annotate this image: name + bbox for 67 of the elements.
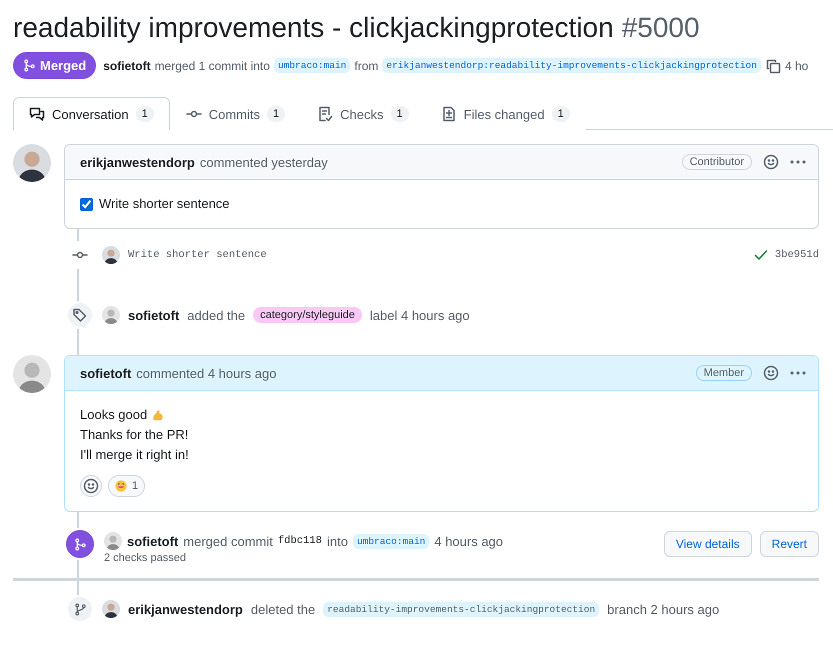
smiley-icon	[763, 365, 779, 381]
from-text: from	[354, 58, 378, 72]
actor-link[interactable]: erikjanwestendorp	[128, 602, 243, 616]
actor-link[interactable]: sofietoft	[127, 534, 178, 548]
conversation-icon	[29, 106, 45, 122]
more-options-icon[interactable]	[790, 371, 806, 375]
tab-label: Conversation	[52, 106, 129, 122]
tab-count: 1	[136, 106, 154, 122]
role-label: Contributor	[682, 154, 752, 170]
copy-icon	[764, 58, 781, 74]
pr-number: #5000	[622, 12, 700, 44]
branch-name[interactable]: erikjanwestendorp:readability-improvements-clickjackingprotection	[382, 58, 761, 73]
comment-text: Looks good	[80, 406, 148, 424]
revert-button[interactable]: Revert	[760, 531, 819, 557]
add-reaction-button[interactable]	[80, 475, 102, 497]
tab-label: Commits	[208, 106, 260, 122]
author-link[interactable]: erikjanwestendorp	[80, 154, 195, 170]
more-options-icon[interactable]	[790, 160, 806, 164]
merge-summary: merged 1 commit into	[154, 58, 270, 72]
event-text: added the	[187, 308, 246, 322]
task-checkbox[interactable]	[80, 198, 93, 210]
merge-time: 4 ho	[784, 58, 808, 72]
comment-time: commented yesterday	[200, 154, 328, 170]
comment-text: Thanks for the PR!	[80, 426, 188, 444]
tab-label: Checks	[340, 106, 384, 122]
reaction-button[interactable]: 1	[108, 475, 146, 497]
tab-count: 1	[390, 106, 409, 122]
commit-message[interactable]: Write shorter sentence	[128, 249, 267, 261]
avatar[interactable]	[102, 246, 120, 264]
tab-count: 1	[552, 106, 570, 122]
event-text: label 4 hours ago	[370, 308, 470, 322]
view-details-button[interactable]: View details	[664, 531, 752, 557]
event-text: into	[326, 534, 348, 548]
branch-name[interactable]: readability-improvements-clickjackingprotection	[323, 602, 600, 616]
comment-text: I'll merge it right in!	[80, 446, 189, 464]
file-diff-icon	[440, 106, 457, 122]
comment-time: commented 4 hours ago	[136, 366, 276, 380]
branch-name[interactable]: umbraco:main	[352, 534, 430, 548]
author-link[interactable]: sofietoft	[80, 366, 132, 380]
avatar[interactable]	[13, 144, 51, 182]
smiley-icon	[763, 154, 779, 170]
pr-title: readability improvements - clickjackingprotection	[13, 12, 614, 44]
avatar[interactable]	[102, 600, 120, 618]
checklist-icon	[317, 106, 334, 122]
merge-icon	[23, 59, 36, 72]
state-badge: Merged	[13, 52, 96, 79]
tag-icon	[72, 307, 88, 323]
commit-sha[interactable]: 3be951d	[774, 249, 819, 261]
smiley-icon	[83, 478, 99, 494]
branch-name[interactable]: umbraco:main	[274, 58, 350, 73]
event-text: deleted the	[250, 602, 316, 616]
branch-icon	[74, 602, 86, 616]
event-time: 4 hours ago	[434, 534, 504, 548]
commit-sha[interactable]: fdbc118	[278, 535, 322, 547]
checks-status[interactable]: 2 checks passed	[104, 552, 504, 564]
merge-icon	[74, 538, 86, 550]
label-tag[interactable]: category/styleguide	[253, 307, 362, 323]
tab[interactable]: Conversation 1	[13, 97, 170, 130]
event-text: branch 2 hours ago	[607, 602, 720, 616]
tab-label: Files changed	[464, 106, 545, 122]
grinning-face-icon	[115, 480, 127, 492]
event-text: merged commit	[183, 534, 273, 548]
role-label: Member	[696, 365, 752, 381]
task-text: Write shorter sentence	[99, 195, 230, 213]
actor-link[interactable]: sofietoft	[128, 308, 180, 322]
author-link[interactable]: sofietoft	[103, 58, 151, 72]
tab-count: 1	[267, 106, 286, 122]
